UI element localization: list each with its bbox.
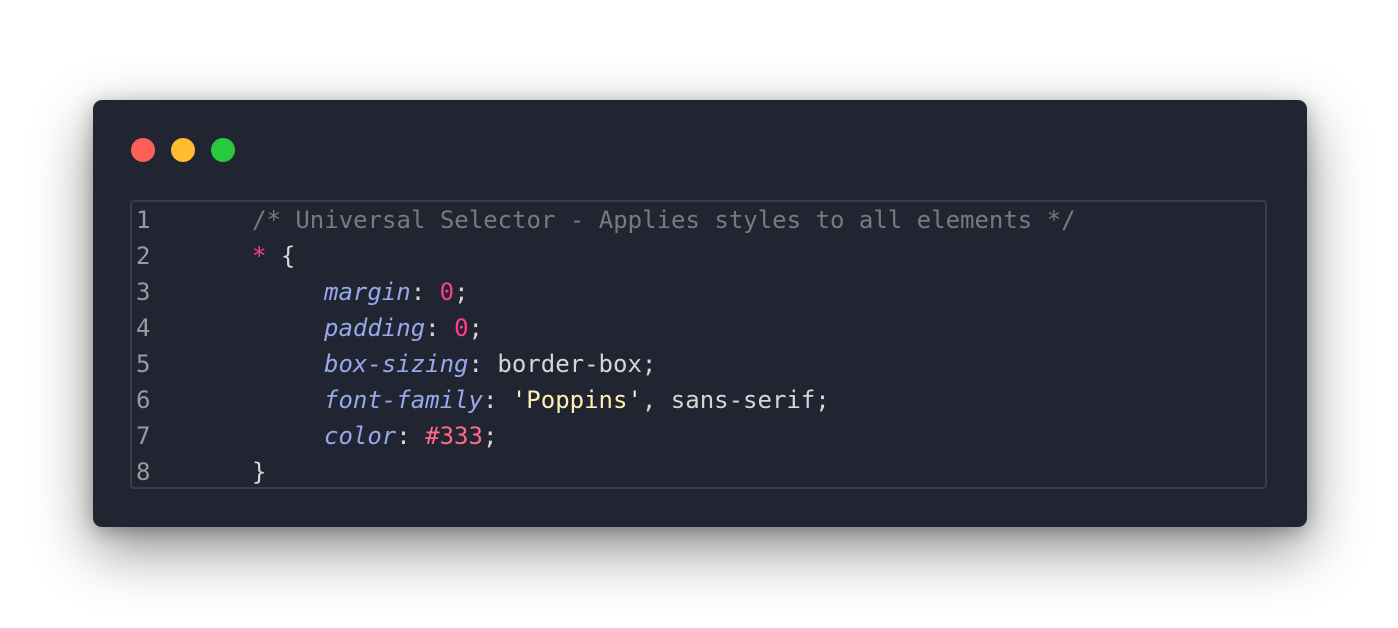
- code-line: 1 /* Universal Selector - Applies styles…: [136, 202, 1265, 238]
- code-window: 1 /* Universal Selector - Applies styles…: [93, 100, 1307, 527]
- line-number: 2: [136, 242, 151, 270]
- colon: :: [396, 422, 426, 450]
- semicolon: ;: [468, 314, 483, 342]
- css-value: 0: [454, 314, 469, 342]
- css-color-value: #333: [425, 422, 483, 450]
- canvas: 1 /* Universal Selector - Applies styles…: [0, 0, 1398, 628]
- code-line: 7 color: #333;: [136, 418, 1265, 454]
- code-line: 6 font-family: 'Poppins', sans-serif;: [136, 382, 1265, 418]
- css-property: font-family: [324, 386, 483, 414]
- maximize-icon[interactable]: [211, 138, 235, 162]
- css-property: padding: [324, 314, 426, 342]
- code-line: 5 box-sizing: border-box;: [136, 346, 1265, 382]
- colon: :: [425, 314, 455, 342]
- minimize-icon[interactable]: [171, 138, 195, 162]
- css-value: 0: [439, 278, 455, 306]
- semicolon: ;: [454, 278, 469, 306]
- line-number: 3: [136, 278, 151, 306]
- code-line: 3 margin: 0;: [136, 274, 1265, 310]
- css-value: , sans-serif: [641, 386, 816, 414]
- close-icon[interactable]: [131, 138, 155, 162]
- semicolon: ;: [482, 422, 498, 450]
- semicolon: ;: [815, 386, 830, 414]
- line-number: 6: [136, 386, 151, 414]
- colon: :: [410, 278, 440, 306]
- css-property: color: [324, 422, 397, 450]
- css-value: border-box: [497, 350, 642, 378]
- open-brace: {: [266, 242, 296, 270]
- code-line: 8 }: [136, 454, 1265, 490]
- close-brace: }: [252, 458, 267, 486]
- line-number: 5: [136, 350, 151, 378]
- line-number: 8: [136, 458, 151, 486]
- line-number: 4: [136, 314, 151, 342]
- css-property: margin: [324, 278, 411, 306]
- css-selector: *: [252, 242, 267, 270]
- css-property: box-sizing: [324, 350, 469, 378]
- line-number: 1: [136, 206, 151, 234]
- window-controls: [131, 138, 235, 162]
- code-line: 4 padding: 0;: [136, 310, 1265, 346]
- colon: :: [468, 350, 498, 378]
- code-line: 2 * {: [136, 238, 1265, 274]
- code-block: 1 /* Universal Selector - Applies styles…: [136, 202, 1265, 490]
- code-editor[interactable]: 1 /* Universal Selector - Applies styles…: [130, 200, 1267, 489]
- css-string-value: 'Poppins': [511, 386, 642, 414]
- code-comment: /* Universal Selector - Applies styles t…: [252, 206, 1076, 234]
- line-number: 7: [136, 422, 151, 450]
- semicolon: ;: [641, 350, 657, 378]
- colon: :: [482, 386, 512, 414]
